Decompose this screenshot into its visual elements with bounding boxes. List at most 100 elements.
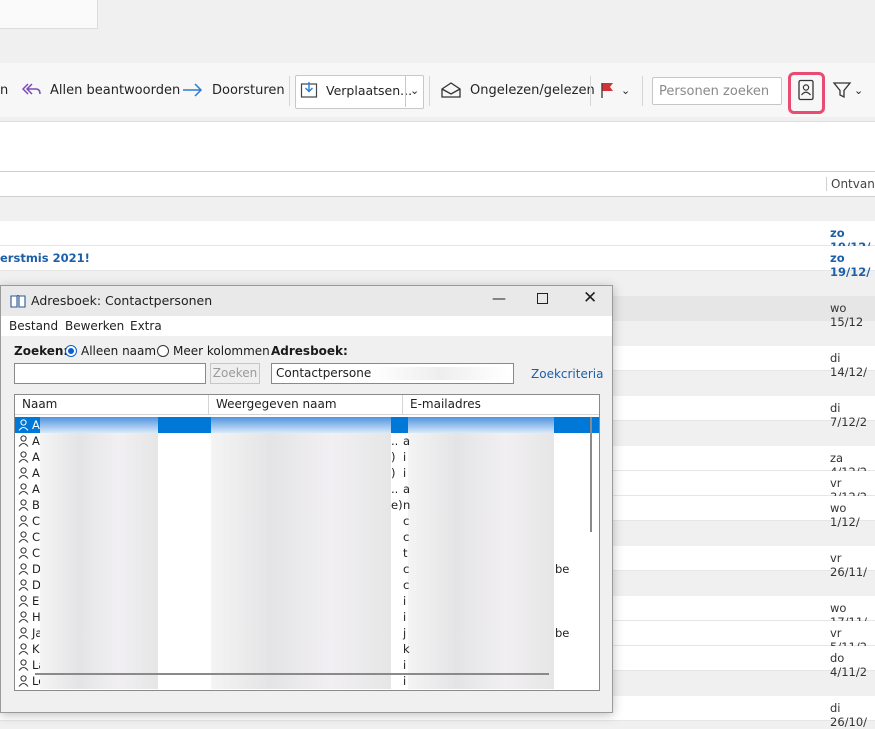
contact-row[interactable]: Lo i [15,673,599,689]
contact-row[interactable]: Be) n [15,497,599,513]
envelope-open-icon [441,82,461,98]
horizontal-scrollbar[interactable] [35,673,549,675]
forward-arrow-icon [183,83,203,97]
contact-row[interactable]: Kk [15,641,599,657]
addressbook-select[interactable]: Contactpersonen [271,363,514,384]
blurred-region [40,417,158,433]
received-column-header[interactable]: Ontvang [826,177,875,191]
flag-button[interactable]: ⌄ [599,63,630,117]
contact-row[interactable]: A.. a [15,481,599,497]
menu-bewerken[interactable]: Bewerken [65,319,124,333]
radio-name-only[interactable] [65,345,77,357]
maximize-icon[interactable] [537,293,548,304]
forward-button[interactable]: Doorsturen [182,63,285,117]
message-date: wo 15/12 [830,301,864,329]
blurred-region [211,657,391,673]
blurred-region [211,577,391,593]
column-divider [208,395,209,414]
radio-more-columns-label: Meer kolommen [173,344,270,358]
radio-more-columns[interactable] [157,345,169,357]
message-row[interactable]: erstmis 2021! zo 19/12/ [0,246,875,279]
contact-row[interactable]: Dc be [15,561,599,577]
email-fragment: t [403,546,408,560]
vertical-scrollbar[interactable] [587,417,595,687]
contact-row[interactable]: Ct [15,545,599,561]
message-date: do 4/11/2 [830,651,868,679]
contact-name: A [32,434,40,448]
search-criteria-link[interactable]: Zoekcriteria [531,367,603,381]
forward-label: Doorsturen [212,82,285,98]
message-row[interactable]: zo 19/12/ [0,221,875,254]
close-icon[interactable]: ✕ [583,288,597,308]
contact-name: K [32,642,40,656]
blurred-region [408,513,554,529]
blurred-region [408,481,554,497]
blurred-region [40,577,158,593]
people-search-input[interactable]: Personen zoeken [652,77,782,105]
message-list-header: Ontvang [0,171,875,197]
contact-row[interactable]: A.. a [15,433,599,449]
read-unread-button[interactable]: Ongelezen/gelezen [440,63,595,117]
menu-extra[interactable]: Extra [130,319,162,333]
blurred-region [40,481,158,497]
vertical-scroll-thumb[interactable] [590,417,592,532]
reply-button-partial[interactable]: n [0,63,8,117]
email-tail: be [555,562,570,576]
contact-row[interactable]: Ei [15,593,599,609]
dialog-title: Adresboek: Contactpersonen [31,293,213,308]
move-button[interactable]: Verplaatsen... [300,63,412,117]
contact-row[interactable]: A [15,417,599,433]
minimize-icon[interactable]: — [492,291,506,307]
contact-name: C [32,546,41,560]
person-icon [18,675,29,687]
email-fragment: c [403,578,410,592]
person-icon [18,499,29,511]
blurred-region [40,641,158,657]
filter-button[interactable]: ⌄ [832,63,863,117]
display-name-fragment: .. [391,434,399,448]
blurred-region [211,465,391,481]
email-fragment: a [403,482,411,496]
email-fragment: i [403,466,407,480]
blurred-region [211,481,391,497]
address-book-button[interactable] [797,63,823,117]
contact-row[interactable]: Dc [15,577,599,593]
contact-row[interactable]: La i [15,657,599,673]
col-name[interactable]: Naam [22,397,57,411]
reply-all-button[interactable]: Allen beantwoorden [22,63,180,117]
reply-all-label: Allen beantwoorden [50,82,181,98]
addressbook-value: Contactpersonen [276,366,379,380]
blurred-region [40,625,158,641]
contact-name: A [32,466,40,480]
email-fragment: n [403,498,411,512]
dialog-menubar: Bestand Bewerken Extra [1,316,612,336]
person-icon [18,547,29,559]
contact-row[interactable]: A) i [15,465,599,481]
contact-row[interactable]: Ja j be [15,625,599,641]
email-fragment: k [403,642,410,656]
contact-row[interactable]: Hi [15,609,599,625]
col-display-name[interactable]: Weergegeven naam [216,397,337,411]
contact-row[interactable]: A) i [15,449,599,465]
email-fragment: c [403,514,410,528]
blurred-region [211,625,391,641]
person-icon [18,643,29,655]
contacts-list[interactable]: Naam Weergegeven naam E-mailadres A A.. a A… [14,394,600,691]
menu-bestand[interactable]: Bestand [9,319,58,333]
blurred-region [408,465,554,481]
contact-row[interactable]: Cc [15,529,599,545]
blurred-region [40,561,158,577]
contact-row[interactable]: Cc [15,513,599,529]
search-label: Zoeken: [14,344,69,358]
contact-name: C [32,514,41,528]
person-icon [18,611,29,623]
filter-icon [832,82,852,99]
search-name-input[interactable] [14,363,206,384]
separator [289,76,290,106]
col-email[interactable]: E-mailadres [410,397,481,411]
email-fragment: i [403,450,407,464]
move-chevron-icon[interactable]: ⌄ [410,63,419,117]
blurred-region [211,529,391,545]
search-button[interactable]: Zoeken [210,363,260,384]
move-folder-icon [300,82,318,98]
